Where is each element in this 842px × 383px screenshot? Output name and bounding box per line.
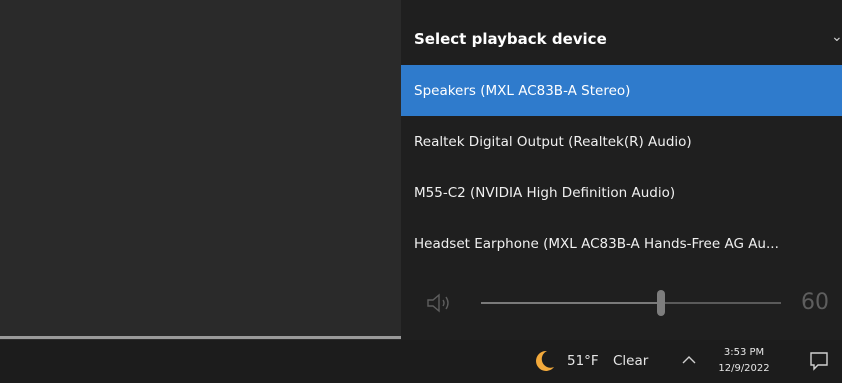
speaker-icon[interactable]: [425, 292, 455, 314]
device-list: Speakers (MXL AC83B-A Stereo) Realtek Di…: [401, 65, 842, 269]
notification-icon[interactable]: [808, 350, 830, 372]
weather-temperature[interactable]: 51°F: [567, 353, 599, 369]
taskbar: 51°F Clear 3:53 PM 12/9/2022: [0, 340, 842, 383]
playback-device-flyout: Select playback device ⌄ Speakers (MXL A…: [401, 0, 842, 340]
device-label: Realtek Digital Output (Realtek(R) Audio…: [414, 133, 692, 150]
device-item-headset-earphone[interactable]: Headset Earphone (MXL AC83B-A Hands-Free…: [401, 218, 842, 269]
weather-condition[interactable]: Clear: [613, 353, 648, 369]
volume-row: 60: [401, 276, 842, 326]
clock-time: 3:53 PM: [723, 347, 765, 358]
volume-fill: [481, 302, 661, 304]
device-item-speakers[interactable]: Speakers (MXL AC83B-A Stereo): [401, 65, 842, 116]
chevron-down-icon[interactable]: ⌄: [831, 29, 842, 45]
device-label: M55-C2 (NVIDIA High Definition Audio): [414, 184, 676, 201]
volume-value: 60: [801, 290, 829, 315]
taskbar-clock[interactable]: 3:53 PM 12/9/2022: [712, 345, 776, 377]
flyout-header[interactable]: Select playback device ⌄: [401, 0, 842, 65]
clock-date: 12/9/2022: [718, 363, 770, 374]
volume-slider[interactable]: [481, 290, 781, 316]
window-edge-divider: [0, 336, 401, 339]
device-item-realtek-digital-output[interactable]: Realtek Digital Output (Realtek(R) Audio…: [401, 116, 842, 167]
device-label: Headset Earphone (MXL AC83B-A Hands-Free…: [414, 235, 779, 252]
desktop-area: [0, 0, 401, 340]
chevron-up-icon[interactable]: [679, 351, 699, 369]
device-item-m55-c2[interactable]: M55-C2 (NVIDIA High Definition Audio): [401, 167, 842, 218]
device-label: Speakers (MXL AC83B-A Stereo): [414, 82, 631, 99]
moon-icon[interactable]: [534, 349, 556, 373]
volume-thumb[interactable]: [657, 290, 665, 316]
flyout-title: Select playback device: [414, 30, 607, 48]
